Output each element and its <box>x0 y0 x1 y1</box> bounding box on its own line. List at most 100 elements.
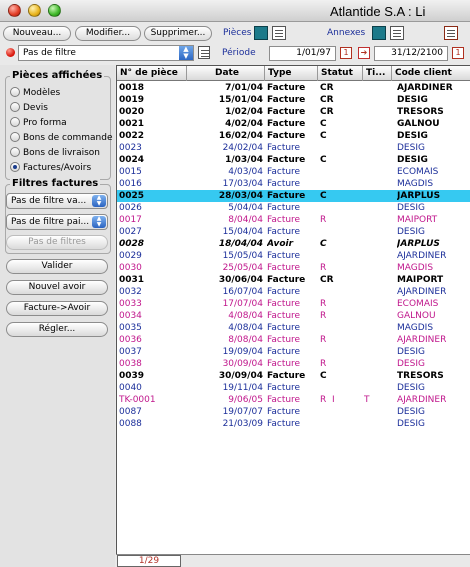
column-header-ti[interactable]: Ti... <box>363 66 392 81</box>
cell-numero: 0021 <box>119 119 145 129</box>
cell-ti <box>364 142 392 154</box>
cell-numero: 0028 <box>119 239 145 249</box>
cell-date: 8/08/04 <box>228 335 263 345</box>
cell-statut <box>320 142 362 154</box>
cell-statut <box>320 250 362 262</box>
table-row[interactable]: 0037 19/09/04 Facture DESIG <box>117 346 470 358</box>
table-row[interactable]: 0025 28/03/04 Facture C JARPLUS <box>117 190 470 202</box>
cell-statut <box>320 286 362 298</box>
cell-numero: 0015 <box>119 167 142 177</box>
cell-statut <box>320 202 362 214</box>
column-header-statut[interactable]: Statut <box>318 66 363 81</box>
cell-date: 15/01/04 <box>218 95 263 105</box>
new-credit-button[interactable]: Nouvel avoir <box>6 280 108 295</box>
annexes-document-icon[interactable] <box>390 26 404 40</box>
table-row[interactable]: 0029 15/05/04 Facture AJARDINER <box>117 250 470 262</box>
cell-ti <box>364 274 392 286</box>
filter-value-select[interactable]: Pas de filtre va... ▲ ▼ <box>6 193 108 209</box>
cell-date: 19/09/04 <box>222 347 263 357</box>
new-button[interactable]: Nouveau... <box>3 26 71 41</box>
table-row[interactable]: 0038 30/09/04 Facture R DESIG <box>117 358 470 370</box>
table-row[interactable]: 0018 7/01/04 Facture CR AJARDINER <box>117 82 470 94</box>
radio-devis[interactable]: Devis <box>10 102 48 114</box>
radio-bons-de-livraison[interactable]: Bons de livraison <box>10 147 100 159</box>
filter-select[interactable]: Pas de filtre ▲ ▼ <box>18 45 194 61</box>
column-header-numero[interactable]: N° de pièce <box>117 66 187 81</box>
table-row[interactable]: 0040 19/11/04 Facture DESIG <box>117 382 470 394</box>
period-start-field[interactable]: 1/01/97 <box>269 46 336 61</box>
table-row[interactable]: 0036 8/08/04 Facture R AJARDINER <box>117 334 470 346</box>
table-row[interactable]: 0030 25/05/04 Facture R MAGDIS <box>117 262 470 274</box>
table-row[interactable]: 0034 4/08/04 Facture R GALNOU <box>117 310 470 322</box>
cell-type: Facture <box>267 263 301 273</box>
table-row[interactable]: 0026 5/04/04 Facture DESIG <box>117 202 470 214</box>
radio-bons-de-commande[interactable]: Bons de commande <box>10 132 113 144</box>
cell-type: Facture <box>267 287 301 297</box>
cell-date: 16/07/04 <box>222 287 263 297</box>
column-header-client[interactable]: Code client <box>392 66 470 81</box>
cell-type: Facture <box>267 167 301 177</box>
table-row[interactable]: 0027 15/04/04 Facture DESIG <box>117 226 470 238</box>
no-filters-button[interactable]: Pas de filtres <box>6 235 108 250</box>
zoom-window-button[interactable] <box>48 4 61 17</box>
table-row[interactable]: 0033 17/07/04 Facture R ECOMAIS <box>117 298 470 310</box>
table-row[interactable]: 0087 19/07/07 Facture DESIG <box>117 406 470 418</box>
radio-pro-forma[interactable]: Pro forma <box>10 117 67 129</box>
period-end-field[interactable]: 31/12/2100 <box>374 46 448 61</box>
cell-client: MAGDIS <box>397 323 434 333</box>
cell-type: Facture <box>267 155 306 165</box>
column-header-type[interactable]: Type <box>265 66 318 81</box>
column-header-date[interactable]: Date <box>187 66 265 81</box>
table-row[interactable]: 0022 16/02/04 Facture C DESIG <box>117 130 470 142</box>
cell-type: Facture <box>267 251 301 261</box>
cell-statut: R <box>320 359 327 369</box>
table-row[interactable]: 0032 16/07/04 Facture AJARDINER <box>117 286 470 298</box>
calendar-start-icon[interactable]: 1 <box>340 47 352 59</box>
cell-numero: 0039 <box>119 371 145 381</box>
table-row[interactable]: 0020 1/02/04 Facture CR TRESORS <box>117 106 470 118</box>
invoice-to-credit-button[interactable]: Facture->Avoir <box>6 301 108 316</box>
radio-factures-avoirs[interactable]: Factures/Avoirs <box>10 162 91 174</box>
table-row[interactable]: 0039 30/09/04 Facture C TRESORS <box>117 370 470 382</box>
table-row[interactable]: TK-0001 9/06/05 Facture R I T AJARDINER <box>117 394 470 406</box>
pieces-document-icon[interactable] <box>272 26 286 40</box>
cell-statut <box>320 406 362 418</box>
table-row[interactable]: 0023 24/02/04 Facture DESIG <box>117 142 470 154</box>
table-row[interactable]: 0017 8/04/04 Facture R MAIPORT <box>117 214 470 226</box>
updown-arrow-icon: ▲ ▼ <box>179 46 193 60</box>
cell-ti <box>364 298 392 310</box>
table-row[interactable]: 0015 4/03/04 Facture ECOMAIS <box>117 166 470 178</box>
table-row[interactable]: 0028 18/04/04 Avoir C JARPLUS <box>117 238 470 250</box>
delete-button[interactable]: Supprimer... <box>144 26 212 41</box>
period-label: Période <box>222 48 256 58</box>
cell-date: 17/07/04 <box>222 299 263 309</box>
pieces-book-icon[interactable] <box>254 26 268 40</box>
minimize-window-button[interactable] <box>28 4 41 17</box>
annexes-book-icon[interactable] <box>372 26 386 40</box>
record-counter: 1/29 <box>117 555 181 567</box>
radio-dot-icon <box>10 117 20 127</box>
list-icon[interactable] <box>198 46 210 59</box>
modify-button[interactable]: Modifier... <box>75 26 141 41</box>
cell-statut: R <box>320 299 327 309</box>
table-row[interactable]: 0035 4/08/04 Facture MAGDIS <box>117 322 470 334</box>
table-row[interactable]: 0021 4/02/04 Facture C GALNOU <box>117 118 470 130</box>
table-row[interactable]: 0024 1/03/04 Facture C DESIG <box>117 154 470 166</box>
table-row[interactable]: 0088 21/03/09 Facture DESIG <box>117 418 470 430</box>
print-icon[interactable] <box>444 26 458 40</box>
radio-modeles[interactable]: Modèles <box>10 87 60 99</box>
validate-button[interactable]: Valider <box>6 259 108 274</box>
cell-numero: 0035 <box>119 323 142 333</box>
table-row[interactable]: 0019 15/01/04 Facture CR DESIG <box>117 94 470 106</box>
calendar-end-icon[interactable]: 1 <box>452 47 464 59</box>
table-row[interactable]: 0016 17/03/04 Facture MAGDIS <box>117 178 470 190</box>
cell-ti <box>364 94 392 106</box>
cell-type: Facture <box>267 407 301 417</box>
cell-ti <box>364 82 392 94</box>
table-row[interactable]: 0031 30/06/04 Facture CR MAIPORT <box>117 274 470 286</box>
cell-type: Facture <box>267 395 301 405</box>
cell-client: DESIG <box>397 203 425 213</box>
settle-button[interactable]: Régler... <box>6 322 108 337</box>
close-window-button[interactable] <box>8 4 21 17</box>
filter-payment-select[interactable]: Pas de filtre pai... ▲ ▼ <box>6 214 108 230</box>
